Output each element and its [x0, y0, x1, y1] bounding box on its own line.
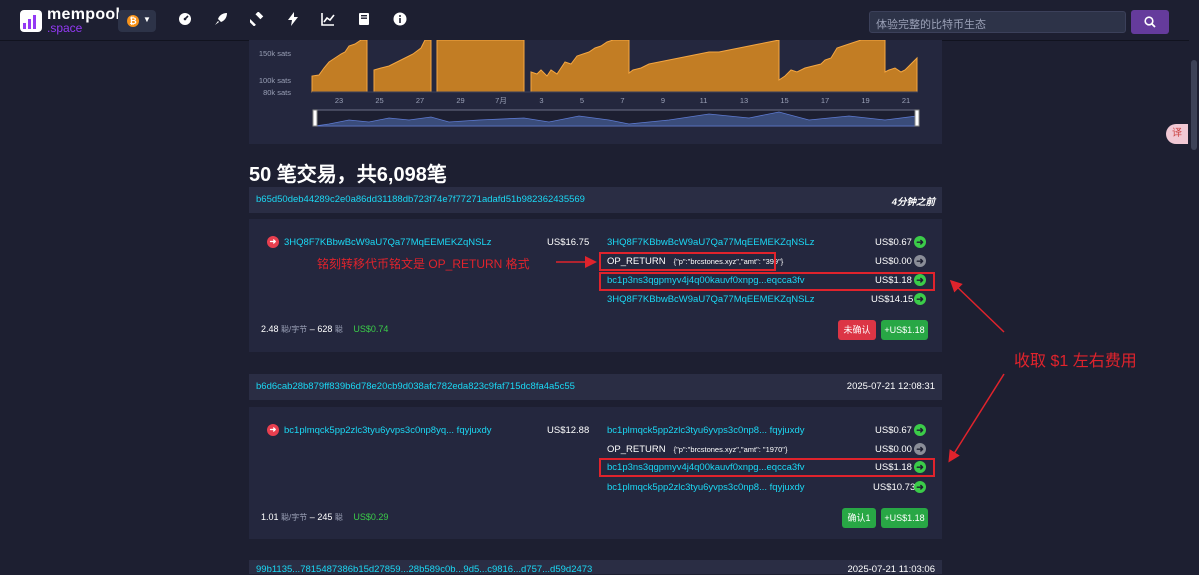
scrollbar[interactable] [1189, 0, 1199, 574]
arrow-to-fee-2 [948, 373, 1005, 463]
scrollbar-thumb[interactable] [1191, 60, 1197, 150]
annotation-arrows [556, 256, 1005, 463]
translate-extension-icon[interactable]: 译 [1166, 124, 1188, 144]
arrow-to-fee-1 [949, 279, 1005, 333]
